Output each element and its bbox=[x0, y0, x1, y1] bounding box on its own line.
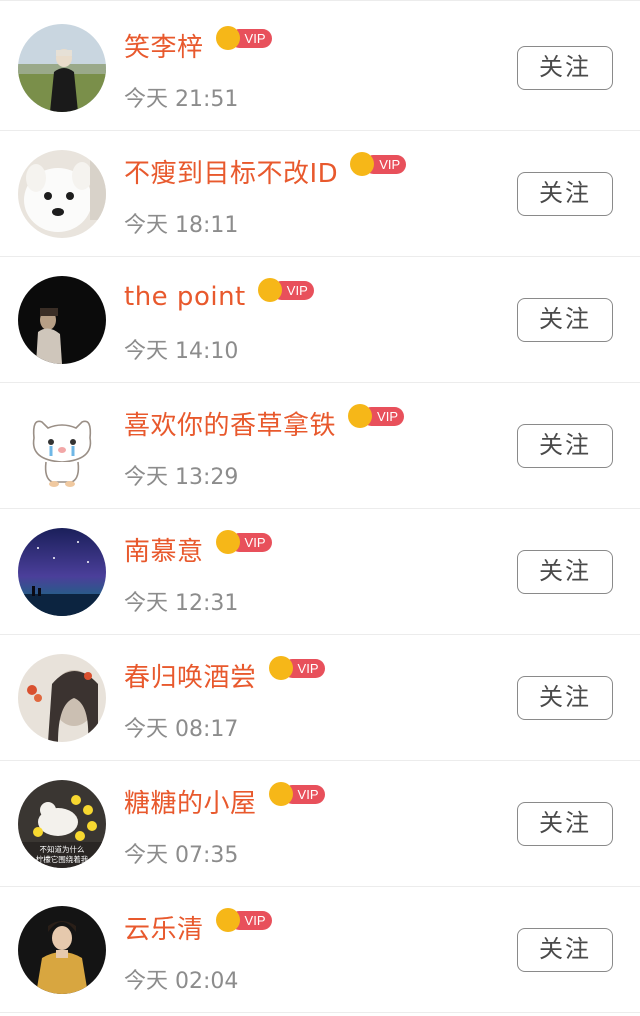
costume-portrait-avatar[interactable] bbox=[18, 906, 106, 994]
user-name[interactable]: the point bbox=[124, 282, 246, 312]
timestamp: 今天 18:11 bbox=[124, 213, 239, 238]
user-name[interactable]: 喜欢你的香草拿铁 bbox=[124, 405, 336, 442]
list-item[interactable]: 南慕意 VIP 今天 12:31 关注 bbox=[0, 509, 640, 635]
list-item[interactable]: 云乐清 VIP 今天 02:04 关注 bbox=[0, 887, 640, 1013]
list-item[interactable]: 不瘦到目标不改ID VIP 今天 18:11 关注 bbox=[0, 131, 640, 257]
user-name[interactable]: 云乐清 bbox=[124, 909, 204, 946]
timestamp: 今天 14:10 bbox=[124, 339, 239, 364]
crying-cartoon-cat-avatar[interactable] bbox=[18, 402, 106, 490]
name-line: 喜欢你的香草拿铁 VIP bbox=[124, 403, 406, 443]
white-dog-avatar[interactable] bbox=[18, 150, 106, 238]
list-item[interactable]: 不知道为什么 柠檬它围绕着我 糖糖的小屋 VIP 今天 07:35 关注 bbox=[0, 761, 640, 887]
timestamp: 今天 08:17 bbox=[124, 717, 239, 742]
list-item[interactable]: 笑李梓 VIP 今天 21:51 关注 bbox=[0, 5, 640, 131]
timestamp: 今天 02:04 bbox=[124, 969, 239, 994]
name-line: 云乐清 VIP bbox=[124, 907, 274, 947]
night-sky-avatar[interactable] bbox=[18, 528, 106, 616]
dark-portrait-avatar[interactable] bbox=[18, 276, 106, 364]
name-line: 春归唤酒尝 VIP bbox=[124, 655, 327, 695]
name-line: 南慕意 VIP bbox=[124, 529, 274, 569]
follow-button[interactable]: 关注 bbox=[517, 550, 613, 594]
crown-icon bbox=[268, 782, 293, 806]
timestamp: 今天 12:31 bbox=[124, 591, 239, 616]
crown-icon bbox=[215, 530, 240, 554]
follow-button[interactable]: 关注 bbox=[517, 928, 613, 972]
user-name[interactable]: 春归唤酒尝 bbox=[124, 657, 257, 694]
follow-button[interactable]: 关注 bbox=[517, 802, 613, 846]
name-line: 笑李梓 VIP bbox=[124, 25, 274, 65]
vip-badge: VIP bbox=[215, 530, 274, 554]
crown-icon bbox=[215, 908, 240, 932]
vip-badge: VIP bbox=[257, 278, 316, 302]
avatar-caption-line-1: 不知道为什么 bbox=[40, 844, 85, 854]
crown-icon bbox=[257, 278, 282, 302]
name-line: 不瘦到目标不改ID VIP bbox=[124, 151, 408, 191]
vip-badge: VIP bbox=[348, 404, 406, 428]
vip-badge: VIP bbox=[268, 782, 327, 806]
list-item[interactable]: the point VIP 今天 14:10 关注 bbox=[0, 257, 640, 383]
list-item[interactable]: 春归唤酒尝 VIP 今天 08:17 关注 bbox=[0, 635, 640, 761]
crown-icon bbox=[215, 26, 240, 50]
follower-list: 笑李梓 VIP 今天 21:51 关注 不瘦到目标不改ID VIP 今天 18:… bbox=[0, 0, 640, 1016]
cat-lemons-avatar[interactable]: 不知道为什么 柠檬它围绕着我 bbox=[18, 780, 106, 868]
list-item[interactable]: 喜欢你的香草拿铁 VIP 今天 13:29 关注 bbox=[0, 383, 640, 509]
crown-icon bbox=[348, 404, 373, 428]
timestamp: 今天 13:29 bbox=[124, 465, 239, 490]
user-name[interactable]: 不瘦到目标不改ID bbox=[124, 153, 338, 190]
user-name[interactable]: 南慕意 bbox=[124, 531, 204, 568]
sketch-portrait-avatar[interactable] bbox=[18, 654, 106, 742]
follow-button[interactable]: 关注 bbox=[517, 172, 613, 216]
vip-badge: VIP bbox=[268, 656, 327, 680]
vip-badge: VIP bbox=[215, 26, 274, 50]
vip-badge: VIP bbox=[350, 152, 408, 176]
vip-badge: VIP bbox=[215, 908, 274, 932]
name-line: 糖糖的小屋 VIP bbox=[124, 781, 327, 821]
user-name[interactable]: 笑李梓 bbox=[124, 27, 204, 64]
user-name[interactable]: 糖糖的小屋 bbox=[124, 783, 257, 820]
timestamp: 今天 21:51 bbox=[124, 87, 239, 112]
name-line: the point VIP bbox=[124, 277, 316, 317]
photo-girl-field-avatar[interactable] bbox=[18, 24, 106, 112]
follow-button[interactable]: 关注 bbox=[517, 424, 613, 468]
follow-button[interactable]: 关注 bbox=[517, 298, 613, 342]
follow-button[interactable]: 关注 bbox=[517, 676, 613, 720]
crown-icon bbox=[268, 656, 293, 680]
follow-button[interactable]: 关注 bbox=[517, 46, 613, 90]
timestamp: 今天 07:35 bbox=[124, 843, 239, 868]
avatar-caption-line-2: 柠檬它围绕着我 bbox=[36, 854, 89, 864]
